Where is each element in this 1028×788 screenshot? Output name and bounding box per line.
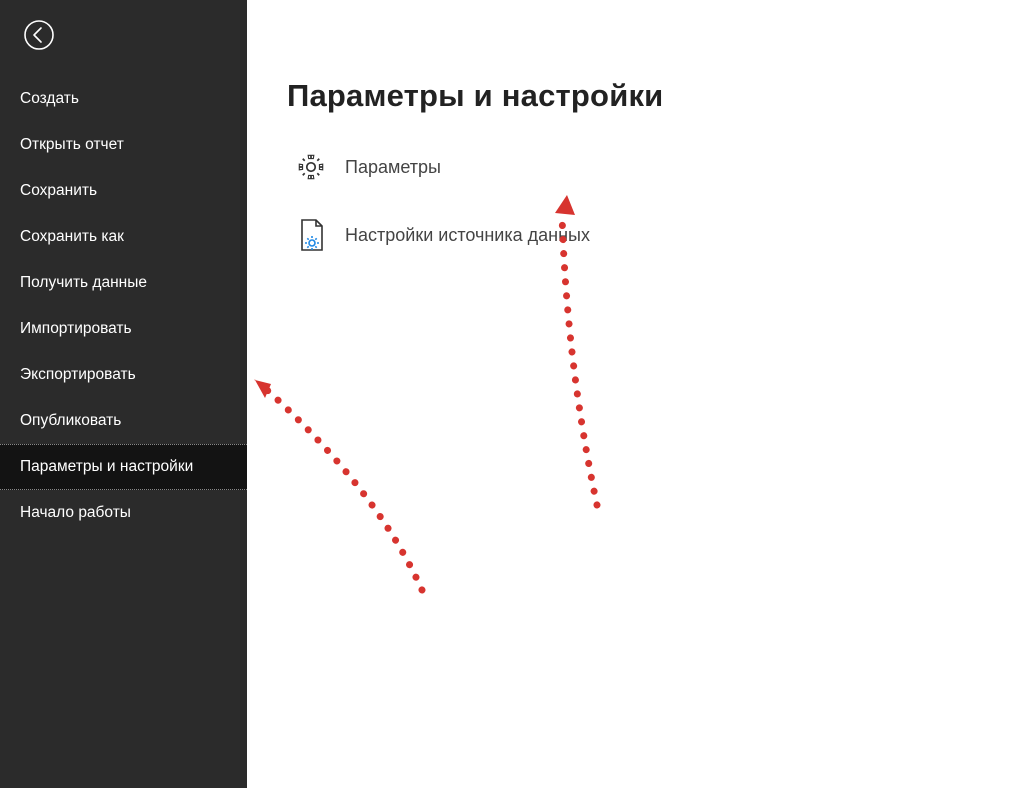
sidebar-item-options-settings[interactable]: Параметры и настройки bbox=[0, 444, 247, 490]
sidebar-item-import[interactable]: Импортировать bbox=[0, 306, 247, 352]
arrow-left-circle-icon bbox=[23, 19, 55, 56]
option-parameters[interactable]: Параметры bbox=[287, 152, 988, 182]
sidebar-item-label: Создать bbox=[20, 90, 79, 108]
sidebar-item-label: Опубликовать bbox=[20, 412, 121, 430]
page-title: Параметры и настройки bbox=[287, 78, 988, 114]
sidebar-item-publish[interactable]: Опубликовать bbox=[0, 398, 247, 444]
datasource-settings-icon bbox=[287, 218, 335, 252]
back-button[interactable] bbox=[20, 18, 58, 56]
sidebar-item-label: Параметры и настройки bbox=[20, 458, 193, 476]
option-datasource-settings[interactable]: Настройки источника данных bbox=[287, 218, 988, 252]
sidebar-item-label: Сохранить как bbox=[20, 228, 124, 246]
sidebar-item-label: Импортировать bbox=[20, 320, 132, 338]
option-label: Настройки источника данных bbox=[345, 225, 590, 246]
sidebar-item-label: Начало работы bbox=[20, 504, 131, 522]
option-label: Параметры bbox=[345, 157, 441, 178]
sidebar: Создать Открыть отчет Сохранить Сохранит… bbox=[0, 0, 247, 788]
sidebar-item-export[interactable]: Экспортировать bbox=[0, 352, 247, 398]
sidebar-item-create[interactable]: Создать bbox=[0, 76, 247, 122]
sidebar-item-save[interactable]: Сохранить bbox=[0, 168, 247, 214]
sidebar-item-save-as[interactable]: Сохранить как bbox=[0, 214, 247, 260]
sidebar-item-getting-started[interactable]: Начало работы bbox=[0, 490, 247, 536]
sidebar-item-label: Экспортировать bbox=[20, 366, 136, 384]
main-content: Параметры и настройки Параметры Настройк… bbox=[247, 0, 1028, 788]
gear-icon bbox=[287, 152, 335, 182]
sidebar-item-open-report[interactable]: Открыть отчет bbox=[0, 122, 247, 168]
sidebar-item-get-data[interactable]: Получить данные bbox=[0, 260, 247, 306]
sidebar-item-label: Сохранить bbox=[20, 182, 97, 200]
sidebar-item-label: Получить данные bbox=[20, 274, 147, 292]
sidebar-item-label: Открыть отчет bbox=[20, 136, 124, 154]
